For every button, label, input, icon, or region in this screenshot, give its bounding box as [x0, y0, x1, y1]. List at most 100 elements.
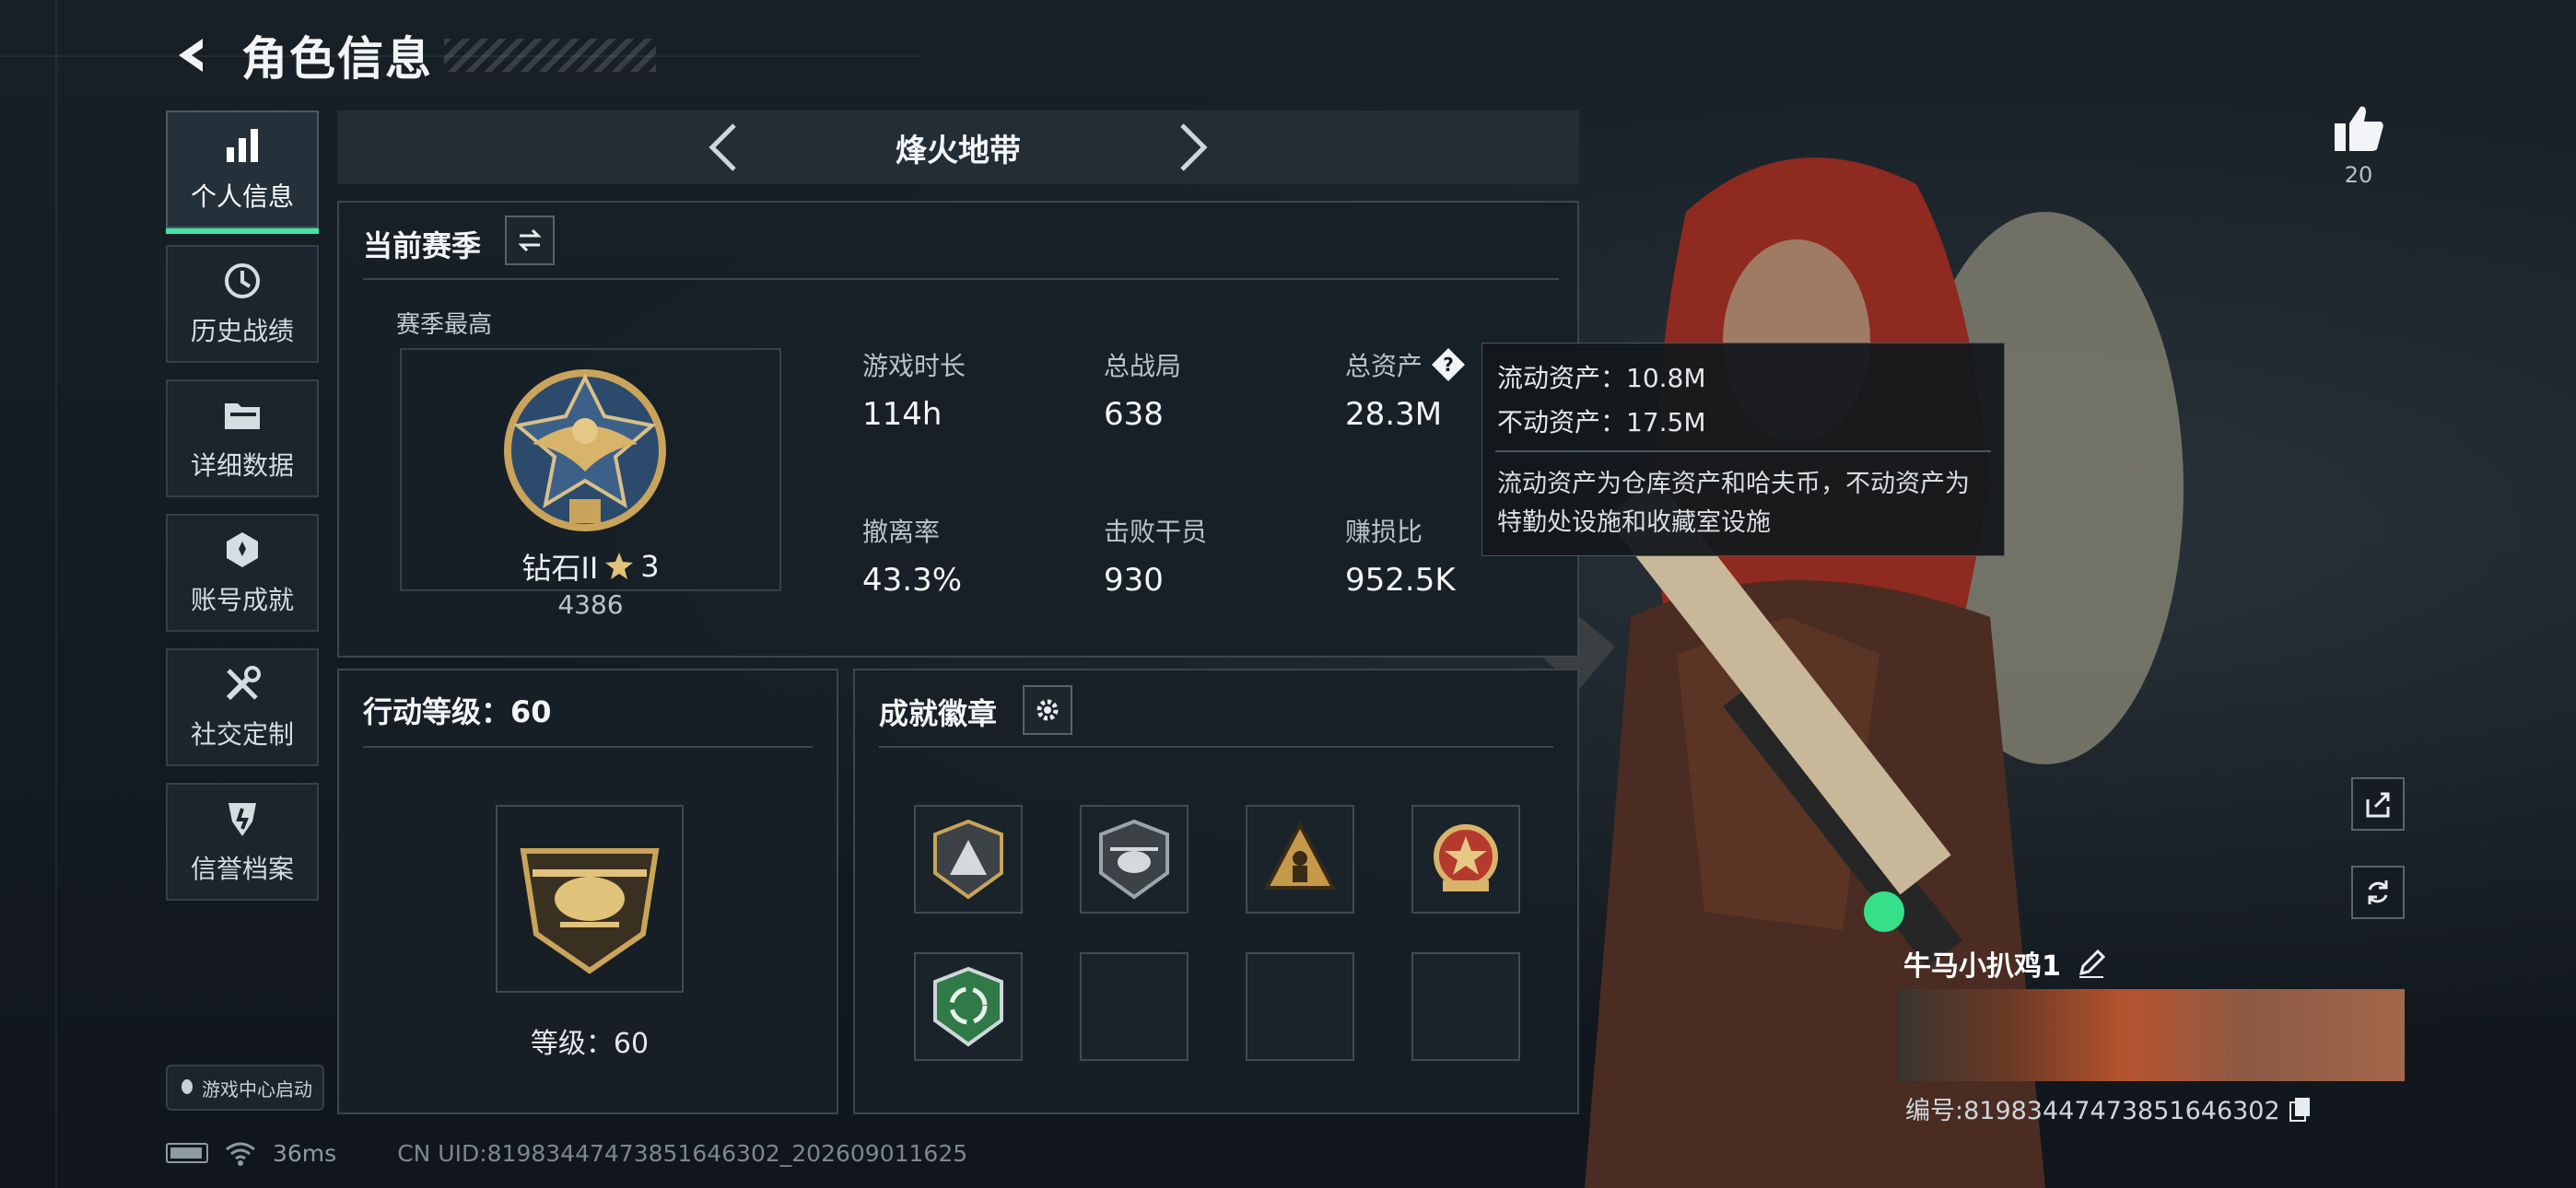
tooltip-liquid-assets: 流动资产：10.8M — [1497, 363, 1706, 393]
separator — [363, 746, 813, 748]
sidebar-item-detailed-data[interactable]: 详细数据 — [166, 379, 319, 497]
mode-prev-button[interactable] — [696, 120, 751, 175]
gear-icon — [1036, 699, 1059, 721]
achievement-badges-panel: 成就徽章 — [853, 669, 1579, 1114]
level-label: 等级：60 — [530, 1028, 650, 1060]
edit-name-button[interactable] — [2076, 948, 2107, 979]
stat-operators-defeated: 击败干员 930 — [1104, 517, 1208, 599]
thumbs-up-icon — [2335, 106, 2383, 151]
player-id: 编号:81983447473851646302 — [1905, 1097, 2280, 1125]
season-highest-label: 赛季最高 — [396, 311, 493, 339]
sidebar-item-achievements[interactable]: 账号成就 — [166, 514, 319, 632]
sidebar: 个人信息 历史战绩 详细数据 账号成就 社交定制 信誉档案 — [166, 111, 319, 917]
battery-icon — [166, 1143, 208, 1163]
share-button[interactable] — [2351, 777, 2405, 831]
sidebar-item-label: 历史战绩 — [190, 316, 294, 346]
stat-extraction-rate: 撤离率 43.3% — [862, 517, 963, 599]
badge-slot[interactable] — [1246, 805, 1354, 914]
diamond-rank-emblem-icon — [504, 369, 666, 531]
ping-value: 36ms — [273, 1139, 337, 1167]
badge-slot[interactable] — [914, 952, 1023, 1061]
badge-slot[interactable] — [914, 805, 1023, 914]
stat-play-time: 游戏时长 114h — [862, 351, 966, 433]
clock-icon — [225, 263, 260, 298]
chevron-right-icon — [1180, 123, 1208, 171]
player-name: 牛马小扒鸡1 — [1903, 950, 2061, 983]
badges-title: 成就徽章 — [879, 696, 998, 731]
status-bar: 36ms CN UID:81983447473851646302_2026090… — [166, 1135, 967, 1171]
rank-stars: 3 — [640, 549, 660, 584]
stat-total-assets: 总资产 ? 28.3M — [1345, 346, 1467, 433]
chevron-left-icon — [708, 123, 736, 171]
sidebar-item-label: 社交定制 — [190, 719, 294, 750]
helicopter-badge-icon — [1099, 819, 1169, 900]
achievement-icon — [227, 532, 258, 567]
back-arrow-icon — [179, 39, 203, 72]
season-switch-button[interactable] — [505, 215, 555, 265]
soldier-badge-icon — [1263, 821, 1337, 890]
bar-chart-icon — [227, 129, 258, 162]
svg-text:?: ? — [1443, 354, 1454, 376]
rank-name-row: 钻石II 3 — [400, 545, 781, 588]
page-title: 角色信息 — [241, 32, 433, 86]
like-button[interactable]: 20 — [2329, 103, 2388, 188]
refresh-icon — [2368, 880, 2388, 904]
season-panel: 当前赛季 赛季最高 钻石II 3 4386 游戏时长 114h 总战局 638 总资… — [337, 201, 1579, 658]
mode-next-button[interactable] — [1165, 120, 1221, 175]
sidebar-item-history[interactable]: 历史战绩 — [166, 245, 319, 363]
star-icon — [605, 553, 634, 579]
sidebar-item-personal-info[interactable]: 个人信息 — [166, 111, 319, 234]
badge-slot-empty[interactable] — [1246, 952, 1354, 1061]
launch-label: 游戏中心启动 — [202, 1077, 312, 1101]
refresh-button[interactable] — [2351, 866, 2405, 919]
game-center-launch-badge[interactable]: 游戏中心启动 — [166, 1065, 324, 1111]
header: 角色信息 — [166, 22, 656, 88]
tooltip-divider — [1495, 450, 1991, 452]
badge-slot[interactable] — [1080, 805, 1188, 914]
shield-icon — [228, 803, 256, 836]
bg-grid-line — [55, 0, 57, 1188]
stat-total-matches: 总战局 638 — [1104, 351, 1182, 433]
season-title: 当前赛季 — [363, 228, 482, 263]
copy-icon — [2289, 1097, 2310, 1122]
copy-id-button[interactable] — [2288, 1096, 2313, 1122]
assets-help-icon[interactable]: ? — [1430, 346, 1467, 383]
sidebar-item-label: 账号成就 — [190, 585, 294, 615]
star-seal-badge-icon — [1434, 824, 1498, 891]
mode-selector: 烽火地带 — [337, 111, 1579, 184]
badge-slot[interactable] — [1411, 805, 1520, 914]
sidebar-item-label: 详细数据 — [190, 450, 294, 481]
rank-points: 4386 — [557, 589, 624, 620]
separator — [363, 278, 1559, 280]
action-level-panel: 行动等级：60 等级：60 — [337, 669, 838, 1114]
mode-name: 烽火地带 — [896, 132, 1021, 169]
sidebar-item-label: 信誉档案 — [190, 854, 294, 884]
badge-slot-empty[interactable] — [1411, 952, 1520, 1061]
badge-slot-empty[interactable] — [1080, 952, 1188, 1061]
player-name-row: 牛马小扒鸡1 — [1903, 943, 2107, 984]
sidebar-item-reputation[interactable]: 信誉档案 — [166, 783, 319, 901]
separator — [879, 746, 1553, 748]
uid-text: CN UID:81983447473851646302_202609011625 — [397, 1139, 968, 1167]
folder-icon — [225, 403, 260, 429]
like-count: 20 — [2344, 162, 2373, 188]
action-level-title: 行动等级：60 — [363, 694, 552, 729]
tools-icon — [226, 666, 261, 701]
recycle-badge-icon — [933, 966, 1003, 1047]
badges-settings-button[interactable] — [1023, 685, 1072, 735]
swap-icon — [518, 228, 542, 252]
player-id-row: 编号:81983447473851646302 — [1905, 1090, 2313, 1126]
stat-profit-loss: 赚损比 952.5K — [1345, 517, 1456, 599]
share-icon — [2366, 792, 2390, 818]
sidebar-item-social[interactable]: 社交定制 — [166, 648, 319, 766]
pencil-icon — [2078, 949, 2105, 978]
wifi-icon — [226, 1142, 255, 1166]
title-decoration — [444, 39, 656, 72]
back-button[interactable] — [166, 28, 221, 83]
tooltip-fixed-assets: 不动资产：17.5M — [1497, 407, 1706, 437]
qq-icon — [181, 1079, 193, 1094]
question-icon: ? — [1432, 348, 1466, 381]
helicopter-emblem-icon — [520, 848, 660, 974]
player-banner[interactable] — [1898, 989, 2405, 1081]
assets-tooltip: 流动资产：10.8M 不动资产：17.5M 流动资产为仓库资产和哈夫币，不动资产… — [1481, 343, 2005, 556]
